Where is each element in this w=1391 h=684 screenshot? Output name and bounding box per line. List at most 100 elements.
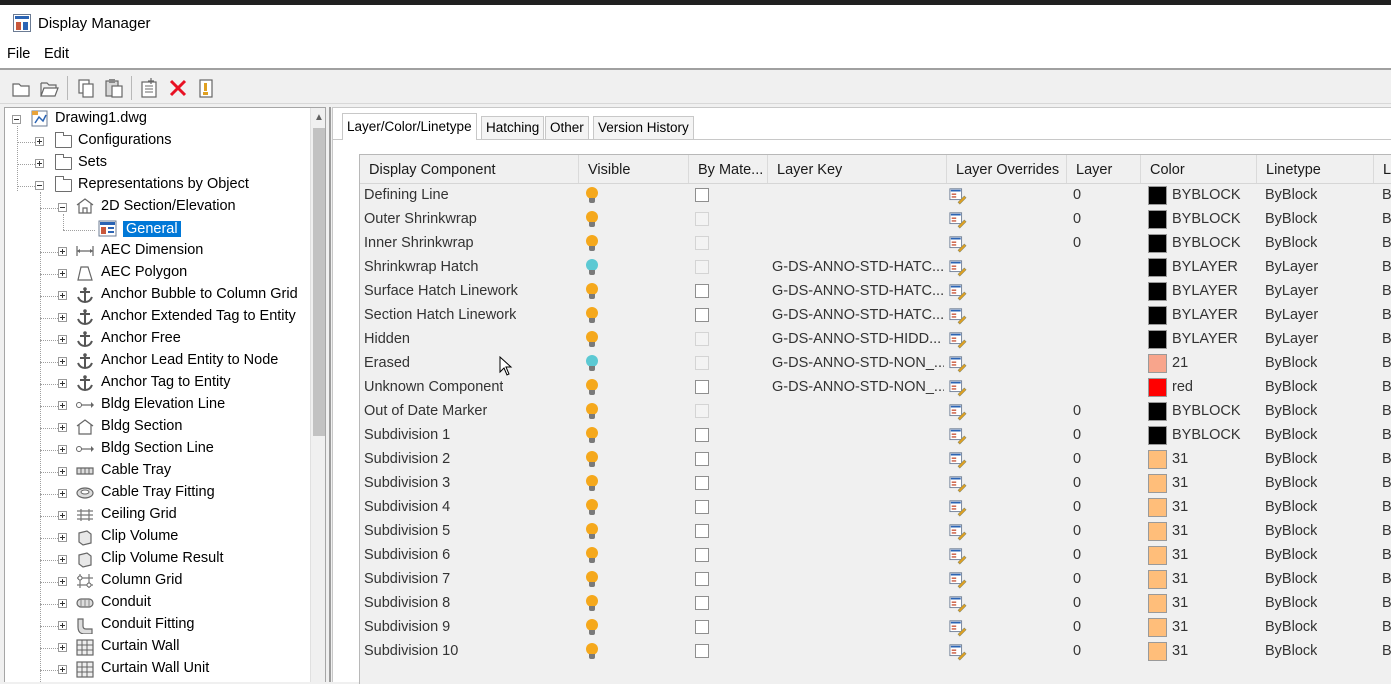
table-row[interactable]: Subdivision 1 0 BYBLOCK ByBlock By <box>360 424 1391 448</box>
expand-toggle[interactable] <box>58 665 67 674</box>
table-row[interactable]: Defining Line 0 BYBLOCK ByBlock By <box>360 184 1391 208</box>
color-swatch[interactable] <box>1148 594 1167 613</box>
visible-on-bulb-icon[interactable] <box>586 331 598 348</box>
layer-key-value[interactable] <box>772 496 944 520</box>
by-material-checkbox[interactable] <box>695 548 709 562</box>
expand-toggle[interactable] <box>58 467 67 476</box>
layer-key-value[interactable] <box>772 568 944 592</box>
linetype-value[interactable]: ByBlock <box>1265 208 1317 232</box>
visible-off-bulb-icon[interactable] <box>586 259 598 276</box>
layer-override-icon[interactable] <box>949 475 967 493</box>
layer-override-icon[interactable] <box>949 451 967 469</box>
visible-on-bulb-icon[interactable] <box>586 547 598 564</box>
layer-key-value[interactable] <box>772 232 944 256</box>
table-row[interactable]: Outer Shrinkwrap 0 BYBLOCK ByBlock By <box>360 208 1391 232</box>
linetype-value[interactable]: ByLayer <box>1265 328 1318 352</box>
visible-on-bulb-icon[interactable] <box>586 235 598 252</box>
col-layer-key-header[interactable]: Layer Key <box>768 155 947 183</box>
layer-key-value[interactable] <box>772 640 944 664</box>
expand-toggle[interactable] <box>58 555 67 564</box>
layer-value[interactable]: 0 <box>1073 616 1081 640</box>
table-row[interactable]: Shrinkwrap Hatch G-DS-ANNO-STD-HATC... BYL… <box>360 256 1391 280</box>
layer-value[interactable]: 0 <box>1073 520 1081 544</box>
by-material-checkbox[interactable] <box>695 428 709 442</box>
table-row[interactable]: Subdivision 10 0 31 ByBlock By <box>360 640 1391 664</box>
lineweight-value[interactable]: By <box>1382 424 1391 448</box>
tab-hatching[interactable]: Hatching <box>481 116 545 139</box>
visible-on-bulb-icon[interactable] <box>586 523 598 540</box>
layer-value[interactable]: 0 <box>1073 472 1081 496</box>
col-lineweight-header[interactable]: L <box>1374 155 1391 183</box>
lineweight-value[interactable]: By <box>1382 352 1391 376</box>
col-layer-header[interactable]: Layer <box>1067 155 1141 183</box>
col-color-header[interactable]: Color <box>1141 155 1257 183</box>
layer-key-value[interactable]: G-DS-ANNO-STD-HIDD... <box>772 328 944 352</box>
lineweight-value[interactable]: By <box>1382 640 1391 664</box>
visible-off-bulb-icon[interactable] <box>586 355 598 372</box>
linetype-value[interactable]: ByBlock <box>1265 496 1317 520</box>
col-layer-overrides-header[interactable]: Layer Overrides <box>947 155 1067 183</box>
expand-toggle[interactable] <box>58 313 67 322</box>
color-swatch[interactable] <box>1148 618 1167 637</box>
lineweight-value[interactable]: By <box>1382 400 1391 424</box>
layer-value[interactable]: 0 <box>1073 496 1081 520</box>
color-swatch[interactable] <box>1148 282 1167 301</box>
layer-key-value[interactable] <box>772 208 944 232</box>
layer-key-value[interactable]: G-DS-ANNO-STD-HATC... <box>772 280 944 304</box>
linetype-value[interactable]: ByLayer <box>1265 256 1318 280</box>
color-swatch[interactable] <box>1148 546 1167 565</box>
table-row[interactable]: Erased G-DS-ANNO-STD-NON_... 21 ByBlock By <box>360 352 1391 376</box>
layer-value[interactable]: 0 <box>1073 208 1081 232</box>
table-row[interactable]: Inner Shrinkwrap 0 BYBLOCK ByBlock By <box>360 232 1391 256</box>
color-value[interactable]: BYBLOCK <box>1172 400 1241 424</box>
layer-key-value[interactable] <box>772 616 944 640</box>
color-swatch[interactable] <box>1148 354 1167 373</box>
linetype-value[interactable]: ByBlock <box>1265 568 1317 592</box>
visible-on-bulb-icon[interactable] <box>586 427 598 444</box>
layer-override-icon[interactable] <box>949 571 967 589</box>
visible-on-bulb-icon[interactable] <box>586 403 598 420</box>
color-value[interactable]: 31 <box>1172 448 1188 472</box>
by-material-checkbox[interactable] <box>695 380 709 394</box>
layer-value[interactable]: 0 <box>1073 592 1081 616</box>
linetype-value[interactable]: ByBlock <box>1265 520 1317 544</box>
color-value[interactable]: BYLAYER <box>1172 328 1238 352</box>
lineweight-value[interactable]: By <box>1382 256 1391 280</box>
table-row[interactable]: Unknown Component G-DS-ANNO-STD-NON_... re… <box>360 376 1391 400</box>
expand-toggle[interactable] <box>58 599 67 608</box>
by-material-checkbox[interactable] <box>695 476 709 490</box>
table-row[interactable]: Subdivision 6 0 31 ByBlock By <box>360 544 1391 568</box>
layer-value[interactable]: 0 <box>1073 232 1081 256</box>
visible-on-bulb-icon[interactable] <box>586 643 598 660</box>
table-row[interactable]: Subdivision 3 0 31 ByBlock By <box>360 472 1391 496</box>
menu-file[interactable]: File <box>7 46 30 62</box>
color-swatch[interactable] <box>1148 474 1167 493</box>
color-swatch[interactable] <box>1148 258 1167 277</box>
expand-toggle[interactable] <box>58 269 67 278</box>
lineweight-value[interactable]: By <box>1382 304 1391 328</box>
expand-toggle[interactable] <box>58 247 67 256</box>
by-material-checkbox[interactable] <box>695 284 709 298</box>
scroll-up-icon[interactable]: ▲ <box>314 112 324 123</box>
lineweight-value[interactable]: By <box>1382 232 1391 256</box>
by-material-checkbox[interactable] <box>695 452 709 466</box>
expand-toggle[interactable] <box>58 511 67 520</box>
linetype-value[interactable]: ByBlock <box>1265 352 1317 376</box>
expand-toggle[interactable] <box>35 137 44 146</box>
expand-toggle[interactable] <box>58 401 67 410</box>
purge-icon[interactable] <box>195 77 217 99</box>
expand-toggle[interactable] <box>58 335 67 344</box>
linetype-value[interactable]: ByBlock <box>1265 424 1317 448</box>
layer-key-value[interactable]: G-DS-ANNO-STD-NON_... <box>772 352 944 376</box>
linetype-value[interactable]: ByBlock <box>1265 400 1317 424</box>
visible-on-bulb-icon[interactable] <box>586 211 598 228</box>
color-swatch[interactable] <box>1148 498 1167 517</box>
layer-key-value[interactable]: G-DS-ANNO-STD-HATC... <box>772 256 944 280</box>
color-swatch[interactable] <box>1148 234 1167 253</box>
linetype-value[interactable]: ByBlock <box>1265 640 1317 664</box>
visible-on-bulb-icon[interactable] <box>586 595 598 612</box>
color-value[interactable]: BYBLOCK <box>1172 208 1241 232</box>
layer-override-icon[interactable] <box>949 355 967 373</box>
layer-override-icon[interactable] <box>949 403 967 421</box>
color-swatch[interactable] <box>1148 450 1167 469</box>
